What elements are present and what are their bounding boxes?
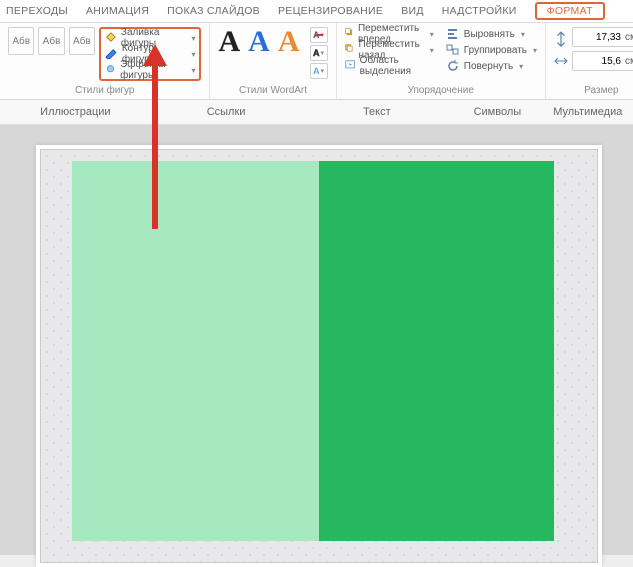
group-size: см ▲▼ см ▲▼ Размер (546, 23, 633, 99)
pen-icon (105, 48, 118, 60)
editor-stage (0, 125, 633, 555)
width-value[interactable] (575, 55, 623, 68)
tab-slideshow[interactable]: ПОКАЗ СЛАЙДОВ (167, 5, 260, 17)
selection-pane-button[interactable]: Область выделения (345, 59, 434, 73)
subbar-symbols[interactable]: Символы (452, 106, 542, 118)
bucket-icon (105, 32, 117, 44)
insert-sub-bar: Иллюстрации Ссылки Текст Символы Мультим… (0, 100, 633, 125)
group-label-arrange: Упорядочение (345, 83, 537, 99)
text-effects-button[interactable]: A▾ (310, 63, 328, 79)
forward-icon (345, 28, 354, 40)
slide-page[interactable] (36, 145, 602, 567)
selection-pane-label: Область выделения (360, 55, 434, 77)
wordart-preset-2[interactable]: A (248, 27, 270, 57)
tab-transitions[interactable]: ПЕРЕХОДЫ (6, 5, 68, 17)
text-outline-button[interactable]: A▾ (310, 45, 328, 61)
height-input[interactable]: см ▲▼ (572, 27, 633, 47)
selection-icon (345, 60, 356, 72)
subbar-media[interactable]: Мультимедиа (543, 106, 633, 118)
subbar-text[interactable]: Текст (301, 106, 452, 118)
chevron-down-icon: ▾ (191, 50, 195, 59)
effects-icon (105, 64, 116, 76)
tab-format[interactable]: ФОРМАТ (535, 2, 605, 20)
group-label-wordart: Стили WordArt (218, 83, 327, 99)
group-objects-label: Группировать (464, 45, 527, 56)
rotate-icon (446, 60, 460, 72)
tab-addins[interactable]: НАДСТРОЙКИ (442, 5, 517, 17)
group-button[interactable]: Группировать▾ (446, 43, 537, 57)
width-unit: см (625, 56, 633, 67)
group-wordart: A A A A▾ A▾ A▾ Стили WordArt (210, 23, 336, 99)
height-unit: см (625, 32, 633, 43)
wordart-preset-1[interactable]: A (218, 27, 240, 57)
group-arrange: Переместить вперед▾ Переместить назад▾ О… (337, 23, 546, 99)
align-button[interactable]: Выровнять▾ (446, 27, 537, 41)
group-icon (446, 44, 460, 56)
height-icon (554, 31, 568, 43)
shape-rectangle-left[interactable] (72, 161, 320, 541)
tab-review[interactable]: РЕЦЕНЗИРОВАНИЕ (278, 5, 383, 17)
shape-effects-button[interactable]: Эффекты фигуры▾ (105, 63, 195, 77)
shape-rectangle-right[interactable] (319, 161, 554, 541)
chevron-down-icon: ▾ (191, 66, 195, 75)
tab-view[interactable]: ВИД (401, 5, 424, 17)
wordart-preset-3[interactable]: A (278, 27, 300, 57)
group-shape-styles: Абв Абв Абв Заливка фигуры▾ Контур фигур… (0, 23, 210, 99)
shape-fill-outline-highlight: Заливка фигуры▾ Контур фигуры▾ Эффекты ф… (99, 27, 201, 81)
rotate-button[interactable]: Повернуть▾ (446, 59, 537, 73)
width-input[interactable]: см ▲▼ (572, 51, 633, 71)
shape-style-preset-3[interactable]: Абв (69, 27, 95, 55)
main-tabs: ПЕРЕХОДЫ АНИМАЦИЯ ПОКАЗ СЛАЙДОВ РЕЦЕНЗИР… (0, 0, 633, 23)
shape-style-preset-1[interactable]: Абв (8, 27, 34, 55)
group-label-shape-styles: Стили фигур (8, 83, 201, 99)
tab-animation[interactable]: АНИМАЦИЯ (86, 5, 149, 17)
align-icon (446, 28, 460, 40)
ribbon: Абв Абв Абв Заливка фигуры▾ Контур фигур… (0, 23, 633, 100)
subbar-illustrations[interactable]: Иллюстрации (0, 106, 151, 118)
shape-style-preset-2[interactable]: Абв (38, 27, 64, 55)
rotate-label: Повернуть (464, 61, 513, 72)
align-label: Выровнять (464, 29, 515, 40)
width-icon (554, 55, 568, 67)
text-fill-button[interactable]: A▾ (310, 27, 328, 43)
group-label-size: Размер (554, 83, 633, 99)
subbar-links[interactable]: Ссылки (151, 106, 302, 118)
backward-icon (345, 44, 355, 56)
chevron-down-icon: ▾ (191, 34, 195, 43)
shape-effects-label: Эффекты фигуры (120, 59, 185, 81)
height-value[interactable] (575, 31, 623, 44)
